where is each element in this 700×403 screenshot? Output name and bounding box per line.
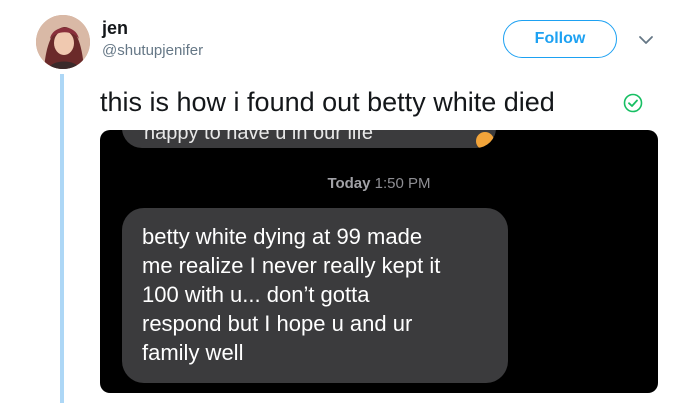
message-timestamp: Today 1:50 PM	[100, 174, 658, 194]
avatar[interactable]	[36, 15, 90, 69]
timestamp-time: 1:50 PM	[374, 175, 431, 192]
message-bubble: betty white dying at 99 made me realize …	[122, 208, 508, 383]
message-text: betty white dying at 99 made me realize …	[142, 224, 441, 365]
cut-off-message-text: happy to have u in our life	[144, 130, 374, 144]
cut-off-message-bubble: happy to have u in our life	[122, 130, 496, 148]
emoji-icon	[476, 132, 494, 148]
author-handle[interactable]: @shutupjenifer	[102, 42, 203, 60]
author-display-name[interactable]: jen	[102, 18, 128, 38]
chevron-down-icon[interactable]	[636, 30, 656, 50]
timestamp-day: Today	[327, 175, 371, 192]
tweet-text: this is how i found out betty white died	[100, 87, 555, 117]
thread-line	[60, 74, 64, 403]
follow-button[interactable]: Follow	[503, 20, 617, 58]
check-circle-icon	[622, 92, 644, 114]
attached-screenshot[interactable]: happy to have u in our life Today 1:50 P…	[100, 130, 658, 393]
